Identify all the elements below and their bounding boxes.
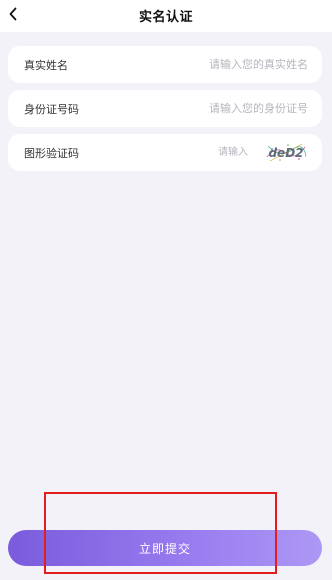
id-number-field-label: 身份证号码 [24,103,79,116]
captcha-image[interactable]: deD2 [266,141,306,163]
name-field-row: 真实姓名 [8,46,322,83]
id-number-field-row: 身份证号码 [8,90,322,127]
id-number-input[interactable] [138,97,308,119]
real-name-input[interactable] [138,53,308,75]
name-field-label: 真实姓名 [24,59,68,72]
captcha-text: deD2 [268,146,303,160]
captcha-input[interactable] [138,141,248,163]
captcha-field-label: 图形验证码 [24,147,79,160]
captcha-field-row: 图形验证码 deD2 [8,134,322,171]
top-bar: 实名认证 [0,0,332,32]
page-title: 实名认证 [138,10,193,25]
submit-button[interactable]: 立即提交 [8,530,322,566]
